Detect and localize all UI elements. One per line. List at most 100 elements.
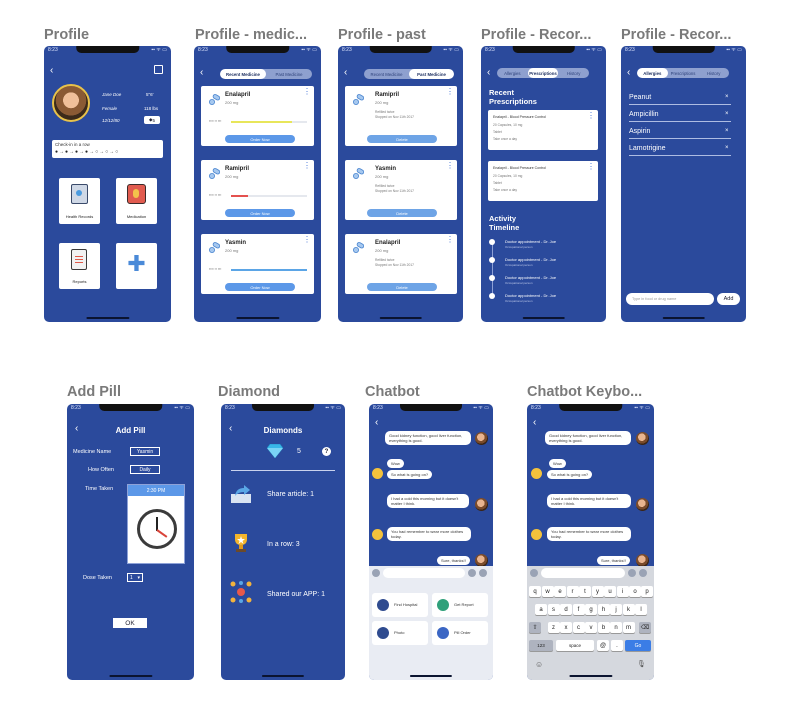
- more-icon[interactable]: ⋮: [303, 162, 311, 170]
- action-pill-order[interactable]: Pill Order: [432, 621, 488, 645]
- key-o[interactable]: o: [629, 586, 641, 597]
- key-m[interactable]: m: [622, 622, 635, 633]
- key-c[interactable]: c: [572, 622, 585, 633]
- back-icon[interactable]: ‹: [344, 68, 347, 78]
- key-u[interactable]: u: [604, 586, 616, 597]
- add-icon[interactable]: [639, 569, 647, 577]
- key-p[interactable]: p: [641, 586, 653, 597]
- order-now-button[interactable]: Order Now: [225, 283, 295, 291]
- more-icon[interactable]: ⋮: [446, 236, 454, 244]
- key-e[interactable]: e: [554, 586, 566, 597]
- action-find-hospital[interactable]: Find Hospital: [372, 593, 428, 617]
- back-icon[interactable]: ‹: [375, 418, 378, 428]
- tab-allergies[interactable]: Allergies: [637, 68, 668, 78]
- allergy-input[interactable]: Type in food or drug name: [626, 293, 714, 305]
- key-z[interactable]: z: [547, 622, 560, 633]
- key-x[interactable]: x: [560, 622, 572, 633]
- medicine-name-field[interactable]: Yasmin: [130, 447, 160, 456]
- chevron-down-icon[interactable]: [628, 569, 636, 577]
- delete-button[interactable]: Delete: [367, 209, 437, 217]
- remove-icon[interactable]: ×: [725, 128, 729, 134]
- more-icon[interactable]: ⋮: [303, 236, 311, 244]
- key-r[interactable]: r: [566, 586, 579, 597]
- emoji-icon[interactable]: [372, 569, 380, 577]
- key-w[interactable]: w: [541, 586, 554, 597]
- order-now-button[interactable]: Order Now: [225, 209, 295, 217]
- qr-code-icon[interactable]: [154, 65, 163, 74]
- tab-past-medicine[interactable]: Past Medicine: [266, 69, 312, 79]
- back-icon[interactable]: ‹: [200, 68, 203, 78]
- more-icon[interactable]: ⋮: [587, 163, 595, 171]
- tile-add[interactable]: ✚: [116, 243, 157, 289]
- tab-history[interactable]: History: [558, 68, 589, 78]
- back-icon[interactable]: ‹: [487, 68, 490, 78]
- emoji-icon[interactable]: [530, 569, 538, 577]
- key-i[interactable]: i: [616, 586, 629, 597]
- remove-icon[interactable]: ×: [725, 94, 729, 100]
- add-icon[interactable]: [479, 569, 487, 577]
- backspace-icon[interactable]: ⌫: [639, 622, 651, 633]
- key-q[interactable]: q: [529, 586, 541, 597]
- diamond-badge[interactable]: ◆ 5: [144, 116, 160, 124]
- prescription-card[interactable]: Enalapril - Blood Pressure Control 20 Ca…: [488, 110, 598, 150]
- add-button[interactable]: Add: [717, 293, 740, 305]
- phone-add-pill: 8:23 ▪▪ ᯤ ▭ ‹ Add Pill Medicine Name Yasm…: [67, 404, 194, 680]
- tab-past-medicine[interactable]: Past Medicine: [409, 69, 454, 79]
- delete-button[interactable]: Delete: [367, 135, 437, 143]
- back-icon[interactable]: ‹: [627, 68, 630, 78]
- tab-prescriptions[interactable]: Prescriptions: [527, 68, 559, 78]
- order-now-button[interactable]: Order Now: [225, 135, 295, 143]
- key-k[interactable]: k: [622, 604, 635, 615]
- chat-input[interactable]: [541, 568, 625, 578]
- action-photo[interactable]: Photo: [372, 621, 428, 645]
- more-icon[interactable]: ⋮: [587, 112, 595, 120]
- key-space[interactable]: space: [556, 640, 594, 651]
- remove-icon[interactable]: ×: [725, 111, 729, 117]
- delete-button[interactable]: Delete: [367, 283, 437, 291]
- emoji-keyboard-icon[interactable]: ☺: [535, 660, 543, 669]
- tab-recent-medicine[interactable]: Recent Medicine: [220, 69, 266, 79]
- key-go[interactable]: Go: [625, 640, 651, 651]
- back-icon[interactable]: ‹: [533, 418, 536, 428]
- microphone-icon[interactable]: 🎙: [637, 660, 646, 668]
- key-d[interactable]: d: [560, 604, 572, 615]
- tile-reports[interactable]: Reports: [59, 243, 100, 289]
- tab-history[interactable]: History: [698, 68, 729, 78]
- tab-recent-medicine[interactable]: Recent Medicine: [364, 69, 409, 79]
- more-icon[interactable]: ⋮: [446, 162, 454, 170]
- shift-icon[interactable]: ⇧: [529, 622, 541, 633]
- back-icon[interactable]: ‹: [50, 66, 53, 76]
- key-123[interactable]: 123: [529, 640, 553, 651]
- tab-prescriptions[interactable]: Prescriptions: [668, 68, 699, 78]
- tile-health-records[interactable]: Health Records: [59, 178, 100, 224]
- key-t[interactable]: t: [579, 586, 591, 597]
- time-picker[interactable]: 2:30 PM: [127, 484, 185, 564]
- ok-button[interactable]: OK: [113, 618, 147, 628]
- more-icon[interactable]: ⋮: [303, 88, 311, 96]
- key-at[interactable]: @: [597, 640, 609, 651]
- key-h[interactable]: h: [597, 604, 610, 615]
- prescription-card[interactable]: Enalapril - Blood Pressure Control 20 Ca…: [488, 161, 598, 201]
- medicine-card: Enalapril 200 mg ⋮ ▪▪▪▪ ▪▪ ▪▪▪ Order Now: [201, 86, 314, 146]
- chat-input[interactable]: [383, 568, 465, 578]
- key-g[interactable]: g: [585, 604, 597, 615]
- help-icon[interactable]: ?: [322, 447, 331, 456]
- key-j[interactable]: j: [610, 604, 622, 615]
- tile-medication[interactable]: Medication: [116, 178, 157, 224]
- frequency-field[interactable]: Daily: [130, 465, 160, 474]
- key-b[interactable]: b: [597, 622, 610, 633]
- key-y[interactable]: y: [591, 586, 604, 597]
- key-f[interactable]: f: [572, 604, 585, 615]
- tab-allergies[interactable]: Allergies: [497, 68, 528, 78]
- key-a[interactable]: a: [535, 604, 547, 615]
- more-icon[interactable]: ⋮: [446, 88, 454, 96]
- chevron-down-icon[interactable]: [468, 569, 476, 577]
- key-v[interactable]: v: [585, 622, 597, 633]
- key-s[interactable]: s: [547, 604, 560, 615]
- dose-select[interactable]: 1 ▾: [127, 573, 143, 582]
- remove-icon[interactable]: ×: [725, 145, 729, 151]
- action-get-report[interactable]: Get Report: [432, 593, 488, 617]
- key-dot[interactable]: .: [611, 640, 623, 651]
- key-l[interactable]: l: [635, 604, 647, 615]
- key-n[interactable]: n: [610, 622, 622, 633]
